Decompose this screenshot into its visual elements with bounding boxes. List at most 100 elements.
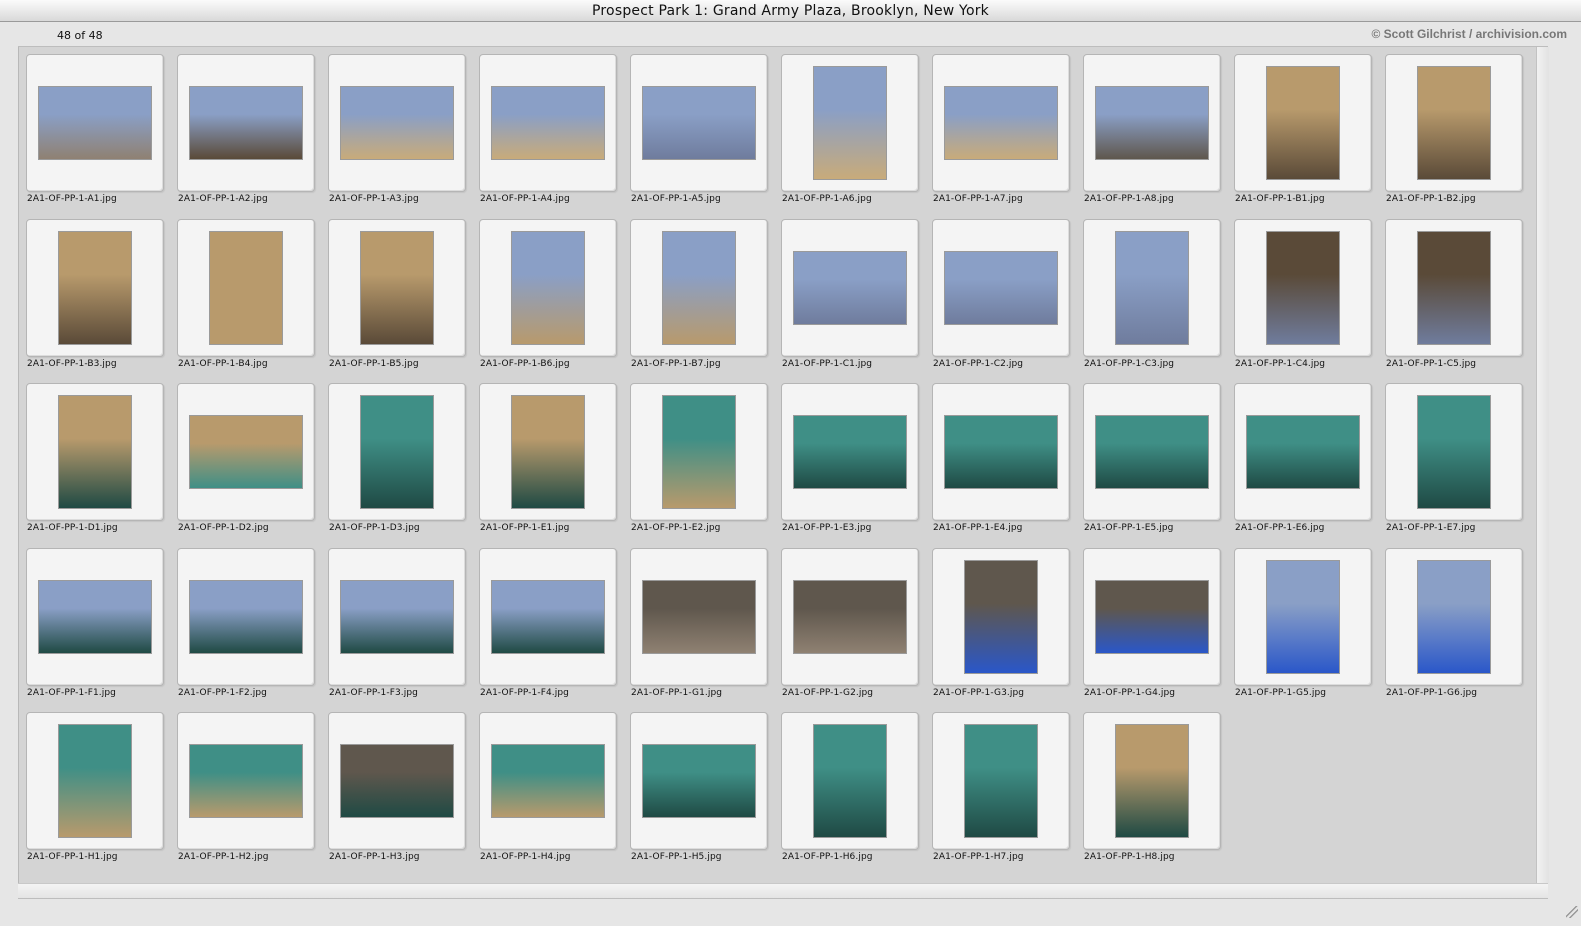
slide-frame[interactable] — [328, 712, 466, 850]
horizontal-scrollbar[interactable] — [18, 883, 1548, 898]
slide-frame[interactable] — [177, 54, 315, 192]
thumbnail-image[interactable] — [663, 396, 735, 508]
slide-frame[interactable] — [26, 548, 164, 686]
thumbnail-item[interactable]: 2A1-OF-PP-1-E3.jpg — [781, 383, 921, 533]
thumbnail-item[interactable]: 2A1-OF-PP-1-G1.jpg — [630, 548, 770, 698]
slide-frame[interactable] — [1385, 219, 1523, 357]
slide-frame[interactable] — [177, 712, 315, 850]
thumbnail-item[interactable]: 2A1-OF-PP-1-A6.jpg — [781, 54, 921, 204]
slide-frame[interactable] — [932, 712, 1070, 850]
thumbnail-image[interactable] — [643, 745, 755, 817]
thumbnail-image[interactable] — [59, 725, 131, 837]
thumbnail-item[interactable]: 2A1-OF-PP-1-A2.jpg — [177, 54, 317, 204]
thumbnail-item[interactable]: 2A1-OF-PP-1-C2.jpg — [932, 219, 1072, 369]
thumbnail-item[interactable]: 2A1-OF-PP-1-F4.jpg — [479, 548, 619, 698]
thumbnail-item[interactable]: 2A1-OF-PP-1-H4.jpg — [479, 712, 619, 862]
thumbnail-image[interactable] — [1116, 725, 1188, 837]
thumbnail-image[interactable] — [1267, 232, 1339, 344]
slide-frame[interactable] — [479, 219, 617, 357]
thumbnail-item[interactable]: 2A1-OF-PP-1-A4.jpg — [479, 54, 619, 204]
slide-frame[interactable] — [1083, 548, 1221, 686]
slide-frame[interactable] — [328, 54, 466, 192]
slide-frame[interactable] — [1083, 54, 1221, 192]
thumbnail-item[interactable]: 2A1-OF-PP-1-D2.jpg — [177, 383, 317, 533]
thumbnail-image[interactable] — [1418, 67, 1490, 179]
thumbnail-image[interactable] — [341, 87, 453, 159]
slide-frame[interactable] — [26, 219, 164, 357]
thumbnail-image[interactable] — [965, 561, 1037, 673]
thumbnail-image[interactable] — [965, 725, 1037, 837]
slide-frame[interactable] — [630, 548, 768, 686]
thumbnail-image[interactable] — [492, 87, 604, 159]
thumbnail-image[interactable] — [1116, 232, 1188, 344]
thumbnail-item[interactable]: 2A1-OF-PP-1-E2.jpg — [630, 383, 770, 533]
thumbnail-image[interactable] — [945, 416, 1057, 488]
slide-frame[interactable] — [479, 383, 617, 521]
slide-frame[interactable] — [479, 54, 617, 192]
slide-frame[interactable] — [1234, 219, 1372, 357]
thumbnail-item[interactable]: 2A1-OF-PP-1-A5.jpg — [630, 54, 770, 204]
slide-frame[interactable] — [781, 54, 919, 192]
slide-frame[interactable] — [630, 383, 768, 521]
slide-frame[interactable] — [630, 712, 768, 850]
thumbnail-image[interactable] — [492, 581, 604, 653]
thumbnail-image[interactable] — [1267, 67, 1339, 179]
thumbnail-image[interactable] — [190, 87, 302, 159]
slide-frame[interactable] — [177, 548, 315, 686]
thumbnail-item[interactable]: 2A1-OF-PP-1-G4.jpg — [1083, 548, 1223, 698]
thumbnail-item[interactable]: 2A1-OF-PP-1-C3.jpg — [1083, 219, 1223, 369]
slide-frame[interactable] — [932, 54, 1070, 192]
slide-frame[interactable] — [26, 383, 164, 521]
slide-frame[interactable] — [781, 383, 919, 521]
slide-frame[interactable] — [781, 219, 919, 357]
thumbnail-image[interactable] — [814, 725, 886, 837]
thumbnail-item[interactable]: 2A1-OF-PP-1-H6.jpg — [781, 712, 921, 862]
thumbnail-image[interactable] — [512, 396, 584, 508]
thumbnail-item[interactable]: 2A1-OF-PP-1-B6.jpg — [479, 219, 619, 369]
slide-frame[interactable] — [328, 219, 466, 357]
thumbnail-image[interactable] — [59, 232, 131, 344]
slide-frame[interactable] — [1083, 383, 1221, 521]
slide-frame[interactable] — [1234, 54, 1372, 192]
slide-frame[interactable] — [781, 548, 919, 686]
thumbnail-item[interactable]: 2A1-OF-PP-1-A7.jpg — [932, 54, 1072, 204]
slide-frame[interactable] — [328, 383, 466, 521]
thumbnail-image[interactable] — [39, 87, 151, 159]
thumbnail-image[interactable] — [1418, 232, 1490, 344]
thumbnail-item[interactable]: 2A1-OF-PP-1-G6.jpg — [1385, 548, 1525, 698]
slide-frame[interactable] — [1234, 383, 1372, 521]
thumbnail-image[interactable] — [814, 67, 886, 179]
thumbnail-image[interactable] — [1418, 396, 1490, 508]
thumbnail-item[interactable]: 2A1-OF-PP-1-H5.jpg — [630, 712, 770, 862]
thumbnail-item[interactable]: 2A1-OF-PP-1-G5.jpg — [1234, 548, 1374, 698]
slide-frame[interactable] — [1083, 219, 1221, 357]
thumbnail-image[interactable] — [643, 581, 755, 653]
thumbnail-item[interactable]: 2A1-OF-PP-1-D1.jpg — [26, 383, 166, 533]
thumbnail-item[interactable]: 2A1-OF-PP-1-E1.jpg — [479, 383, 619, 533]
thumbnail-item[interactable]: 2A1-OF-PP-1-B2.jpg — [1385, 54, 1525, 204]
thumbnail-item[interactable]: 2A1-OF-PP-1-A8.jpg — [1083, 54, 1223, 204]
thumbnail-item[interactable]: 2A1-OF-PP-1-H8.jpg — [1083, 712, 1223, 862]
thumbnail-item[interactable]: 2A1-OF-PP-1-G2.jpg — [781, 548, 921, 698]
thumbnail-image[interactable] — [190, 416, 302, 488]
thumbnail-item[interactable]: 2A1-OF-PP-1-B1.jpg — [1234, 54, 1374, 204]
thumbnail-item[interactable]: 2A1-OF-PP-1-H3.jpg — [328, 712, 468, 862]
thumbnail-item[interactable]: 2A1-OF-PP-1-C4.jpg — [1234, 219, 1374, 369]
thumbnail-image[interactable] — [945, 252, 1057, 324]
thumbnail-image[interactable] — [794, 581, 906, 653]
thumbnail-image[interactable] — [1096, 416, 1208, 488]
thumbnail-image[interactable] — [512, 232, 584, 344]
thumbnail-item[interactable]: 2A1-OF-PP-1-A3.jpg — [328, 54, 468, 204]
slide-frame[interactable] — [1083, 712, 1221, 850]
thumbnail-image[interactable] — [341, 581, 453, 653]
thumbnail-image[interactable] — [663, 232, 735, 344]
thumbnail-image[interactable] — [492, 745, 604, 817]
thumbnail-image[interactable] — [945, 87, 1057, 159]
thumbnail-image[interactable] — [190, 745, 302, 817]
slide-frame[interactable] — [932, 548, 1070, 686]
slide-frame[interactable] — [479, 548, 617, 686]
thumbnail-item[interactable]: 2A1-OF-PP-1-E4.jpg — [932, 383, 1072, 533]
thumbnail-item[interactable]: 2A1-OF-PP-1-F3.jpg — [328, 548, 468, 698]
thumbnail-image[interactable] — [1096, 581, 1208, 653]
thumbnail-image[interactable] — [361, 232, 433, 344]
